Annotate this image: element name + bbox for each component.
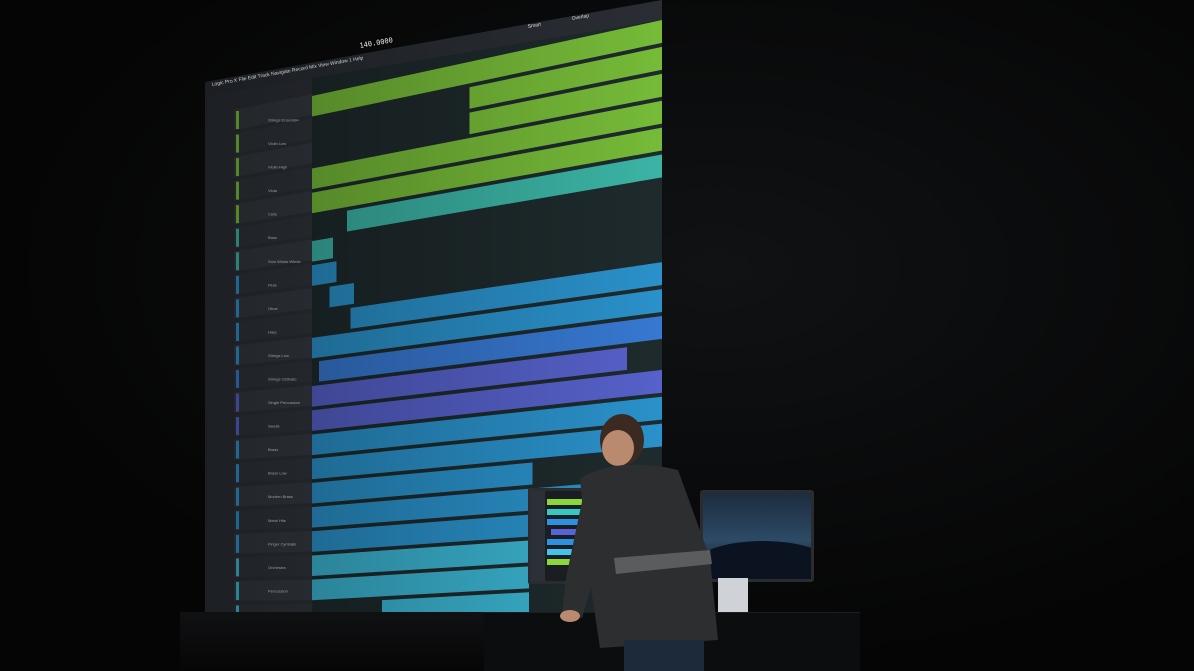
stage-floor bbox=[180, 612, 500, 671]
stage-scene: Strings EnsembleViolin LowViolin HighVio… bbox=[0, 0, 1194, 671]
transport-readout: 140.0000 bbox=[359, 36, 394, 50]
presenter-person bbox=[560, 414, 718, 671]
